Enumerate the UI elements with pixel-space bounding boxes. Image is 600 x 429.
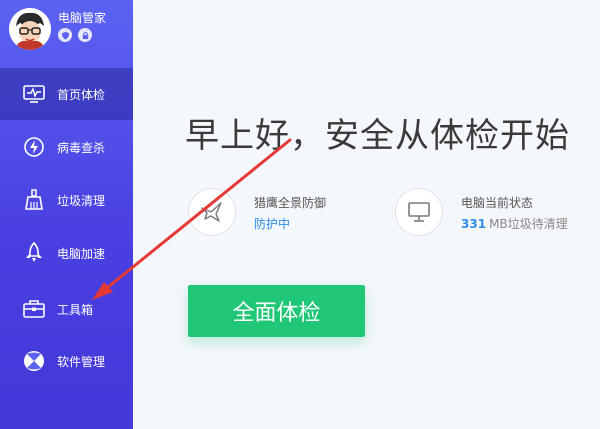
avatar[interactable] xyxy=(9,8,51,50)
profile-badges xyxy=(58,28,92,42)
profile-name: 电脑管家 xyxy=(58,11,107,25)
toolbox-icon xyxy=(23,298,45,320)
sidebar-item-label: 垃圾清理 xyxy=(57,193,106,208)
pc-status-card[interactable]: 电脑当前状态 331 MB垃圾待清理 xyxy=(395,188,600,240)
lock-badge-icon[interactable] xyxy=(78,28,92,42)
protection-status-card[interactable]: 猎鹰全景防御 防护中 xyxy=(188,188,388,240)
sidebar-item-junk-cleanup[interactable]: 垃圾清理 xyxy=(0,174,133,226)
protection-title: 猎鹰全景防御 xyxy=(254,196,327,210)
sidebar-item-software-manager[interactable]: 软件管理 xyxy=(0,335,133,387)
shield-badge-icon[interactable] xyxy=(58,28,72,42)
main-panel: 早上好，安全从体检开始 猎鹰全景防御 防护中 电脑当前状态 331 MB垃圾待清理… xyxy=(133,0,600,429)
profile: 电脑管家 xyxy=(0,0,133,62)
monitor-pulse-icon xyxy=(23,83,45,105)
sidebar-item-label: 电脑加速 xyxy=(57,246,106,261)
rocket-icon xyxy=(23,242,45,264)
sidebar-item-label: 病毒查杀 xyxy=(57,140,106,155)
sidebar-item-virus-scan[interactable]: 病毒查杀 xyxy=(0,121,133,173)
sidebar-item-home-checkup[interactable]: 首页体检 xyxy=(0,68,133,120)
protection-status: 防护中 xyxy=(254,217,291,231)
sidebar-item-label: 工具箱 xyxy=(57,302,94,317)
pc-status-title: 电脑当前状态 xyxy=(461,196,534,210)
sidebar-item-label: 首页体检 xyxy=(57,87,106,102)
full-scan-button[interactable]: 全面体检 xyxy=(188,285,365,337)
sidebar-item-label: 软件管理 xyxy=(57,354,106,369)
sidebar-item-pc-speedup[interactable]: 电脑加速 xyxy=(0,227,133,279)
apps-icon xyxy=(23,350,45,372)
falcon-shield-icon xyxy=(188,188,236,236)
sidebar-item-toolbox[interactable]: 工具箱 xyxy=(0,283,133,335)
pc-status-value: 331 MB垃圾待清理 xyxy=(461,217,568,231)
greeting-title: 早上好，安全从体检开始 xyxy=(185,116,570,156)
lightning-shield-icon xyxy=(23,136,45,158)
monitor-icon xyxy=(395,188,443,236)
broom-icon xyxy=(23,189,45,211)
sidebar: 电脑管家 首页体检 病毒查杀 垃圾清理 电脑加速 工具箱 软件管理 xyxy=(0,0,133,429)
